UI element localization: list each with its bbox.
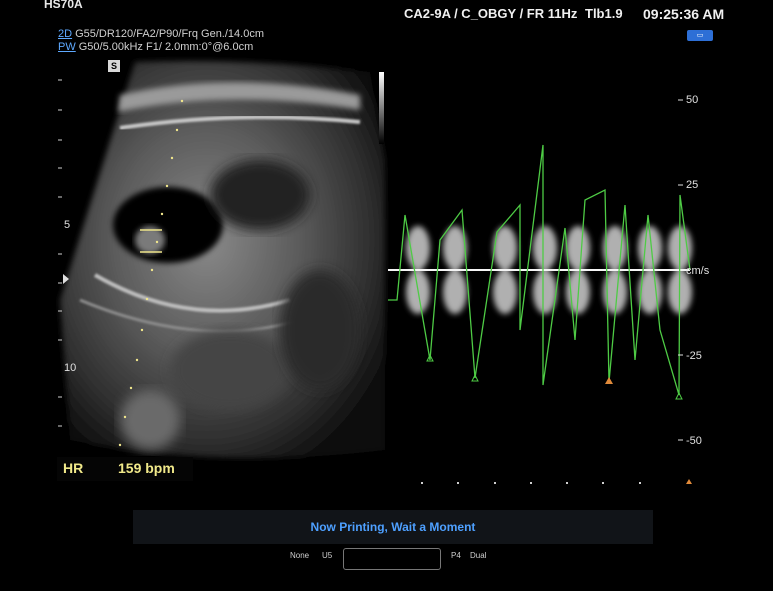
depth-label-10: 10 bbox=[64, 362, 77, 374]
depth-label-5: 5 bbox=[64, 219, 71, 231]
time-axis-ticks bbox=[421, 482, 641, 484]
selected-peak-marker-icon bbox=[605, 377, 613, 384]
velocity-label-minus-50: -50 bbox=[686, 435, 702, 447]
spectral-doppler-display bbox=[388, 144, 692, 396]
spectral-signal bbox=[406, 226, 430, 270]
velocity-label-25: 25 bbox=[686, 179, 699, 191]
time-marker-icon bbox=[686, 479, 692, 484]
footer-dual-label[interactable]: Dual bbox=[470, 551, 486, 560]
footer-p4-label[interactable]: P4 bbox=[451, 551, 461, 560]
velocity-label-minus-25: -25 bbox=[686, 350, 702, 362]
velocity-unit: cm/s bbox=[686, 265, 710, 277]
peak-markers bbox=[426, 353, 683, 400]
spectral-signal bbox=[443, 270, 467, 314]
velocity-label-50: 50 bbox=[686, 94, 699, 106]
footer-none-label[interactable]: None bbox=[290, 551, 309, 560]
spectral-signal bbox=[493, 270, 517, 314]
grayscale-bar bbox=[379, 72, 384, 144]
depth-scale bbox=[58, 79, 62, 427]
spectral-signal bbox=[566, 226, 590, 270]
ultrasound-canvas bbox=[58, 61, 692, 484]
spectral-signal bbox=[533, 226, 557, 270]
heart-rate-label: HR bbox=[63, 460, 84, 476]
status-message: Now Printing, Wait a Moment bbox=[310, 520, 476, 534]
footer-control-box[interactable] bbox=[343, 548, 441, 570]
footer-u5-label[interactable]: U5 bbox=[322, 551, 332, 560]
gestational-sac bbox=[113, 187, 223, 263]
heart-rate-value: 159 bpm bbox=[118, 460, 175, 476]
